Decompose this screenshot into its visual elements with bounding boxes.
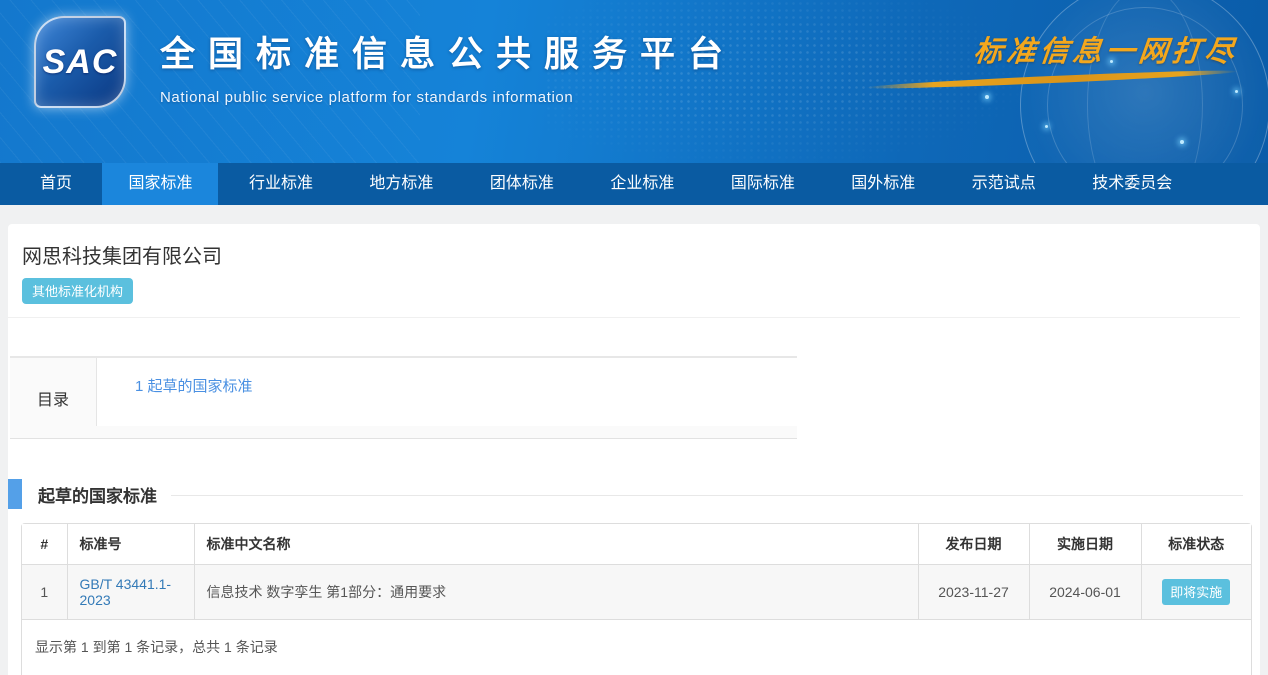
col-header-impl-date: 实施日期 xyxy=(1029,524,1141,565)
nav-item-home[interactable]: 首页 xyxy=(14,163,98,205)
table-row: 1 GB/T 43441.1-2023 信息技术 数字孪生 第1部分：通用要求 … xyxy=(22,565,1251,620)
cell-status: 即将实施 xyxy=(1141,565,1251,620)
header-titles: 全国标准信息公共服务平台 National public service pla… xyxy=(160,26,736,106)
std-no-link[interactable]: GB/T 43441.1-2023 xyxy=(80,576,172,608)
slogan-text: 标准信息一网打尽 xyxy=(972,28,1240,70)
col-header-pub-date: 发布日期 xyxy=(918,524,1029,565)
divider xyxy=(8,317,1240,318)
section-marker xyxy=(8,479,22,509)
page: { "header": { "logo_text": "SAC", "title… xyxy=(0,0,1268,675)
status-badge: 即将实施 xyxy=(1162,579,1230,605)
section-header: 起草的国家标准 xyxy=(8,479,1260,509)
standards-table-container: # 标准号 标准中文名称 发布日期 实施日期 标准状态 1 GB/T 43441… xyxy=(21,523,1252,675)
section-title: 起草的国家标准 xyxy=(38,482,157,507)
col-header-index: # xyxy=(22,524,67,565)
table-of-contents: 目录 1 起草的国家标准 xyxy=(10,356,797,439)
nav-item-local-standards[interactable]: 地方标准 xyxy=(343,163,459,205)
org-type-badge: 其他标准化机构 xyxy=(22,278,133,304)
spark-dot xyxy=(1235,90,1238,93)
cell-std-name: 信息技术 数字孪生 第1部分：通用要求 xyxy=(194,565,918,620)
table-header-row: # 标准号 标准中文名称 发布日期 实施日期 标准状态 xyxy=(22,524,1251,565)
site-header: SAC 全国标准信息公共服务平台 National public service… xyxy=(0,0,1268,163)
nav-item-enterprise-standards[interactable]: 企业标准 xyxy=(584,163,700,205)
cell-index: 1 xyxy=(22,565,67,620)
nav-item-industry-standards[interactable]: 行业标准 xyxy=(223,163,339,205)
site-title: 全国标准信息公共服务平台 xyxy=(160,26,736,77)
toc-label: 目录 xyxy=(10,358,96,438)
toc-link-drafted-national-standards[interactable]: 1 起草的国家标准 xyxy=(135,378,253,395)
nav-item-national-standards[interactable]: 国家标准 xyxy=(102,163,218,205)
record-summary: 显示第 1 到第 1 条记录，总共 1 条记录 xyxy=(22,620,1251,675)
standards-table: # 标准号 标准中文名称 发布日期 实施日期 标准状态 1 GB/T 43441… xyxy=(22,524,1251,620)
org-name: 网思科技集团有限公司 xyxy=(8,224,1260,269)
nav-item-pilot-demonstration[interactable]: 示范试点 xyxy=(946,163,1062,205)
site-subtitle: National public service platform for sta… xyxy=(160,89,736,106)
sac-logo-text: SAC xyxy=(43,43,118,82)
main-nav: 首页 国家标准 行业标准 地方标准 团体标准 企业标准 国际标准 国外标准 示范… xyxy=(0,163,1268,205)
nav-item-group-standards[interactable]: 团体标准 xyxy=(464,163,580,205)
col-header-std-no: 标准号 xyxy=(67,524,194,565)
sac-logo[interactable]: SAC xyxy=(34,16,126,108)
spark-dot xyxy=(1045,125,1048,128)
spark-dot xyxy=(985,95,989,99)
slogan: 标准信息一网打尽 xyxy=(848,28,1238,83)
col-header-status: 标准状态 xyxy=(1141,524,1251,565)
section-rule xyxy=(171,495,1243,496)
toc-content: 1 起草的国家标准 xyxy=(96,358,797,426)
cell-impl-date: 2024-06-01 xyxy=(1029,565,1141,620)
spark-dot xyxy=(1180,140,1184,144)
content-card: 网思科技集团有限公司 其他标准化机构 目录 1 起草的国家标准 起草的国家标准 … xyxy=(8,224,1260,675)
nav-item-technical-committees[interactable]: 技术委员会 xyxy=(1066,163,1198,205)
cell-std-no: GB/T 43441.1-2023 xyxy=(67,565,194,620)
nav-item-foreign-standards[interactable]: 国外标准 xyxy=(825,163,941,205)
nav-item-international-standards[interactable]: 国际标准 xyxy=(705,163,821,205)
cell-pub-date: 2023-11-27 xyxy=(918,565,1029,620)
col-header-name: 标准中文名称 xyxy=(194,524,918,565)
